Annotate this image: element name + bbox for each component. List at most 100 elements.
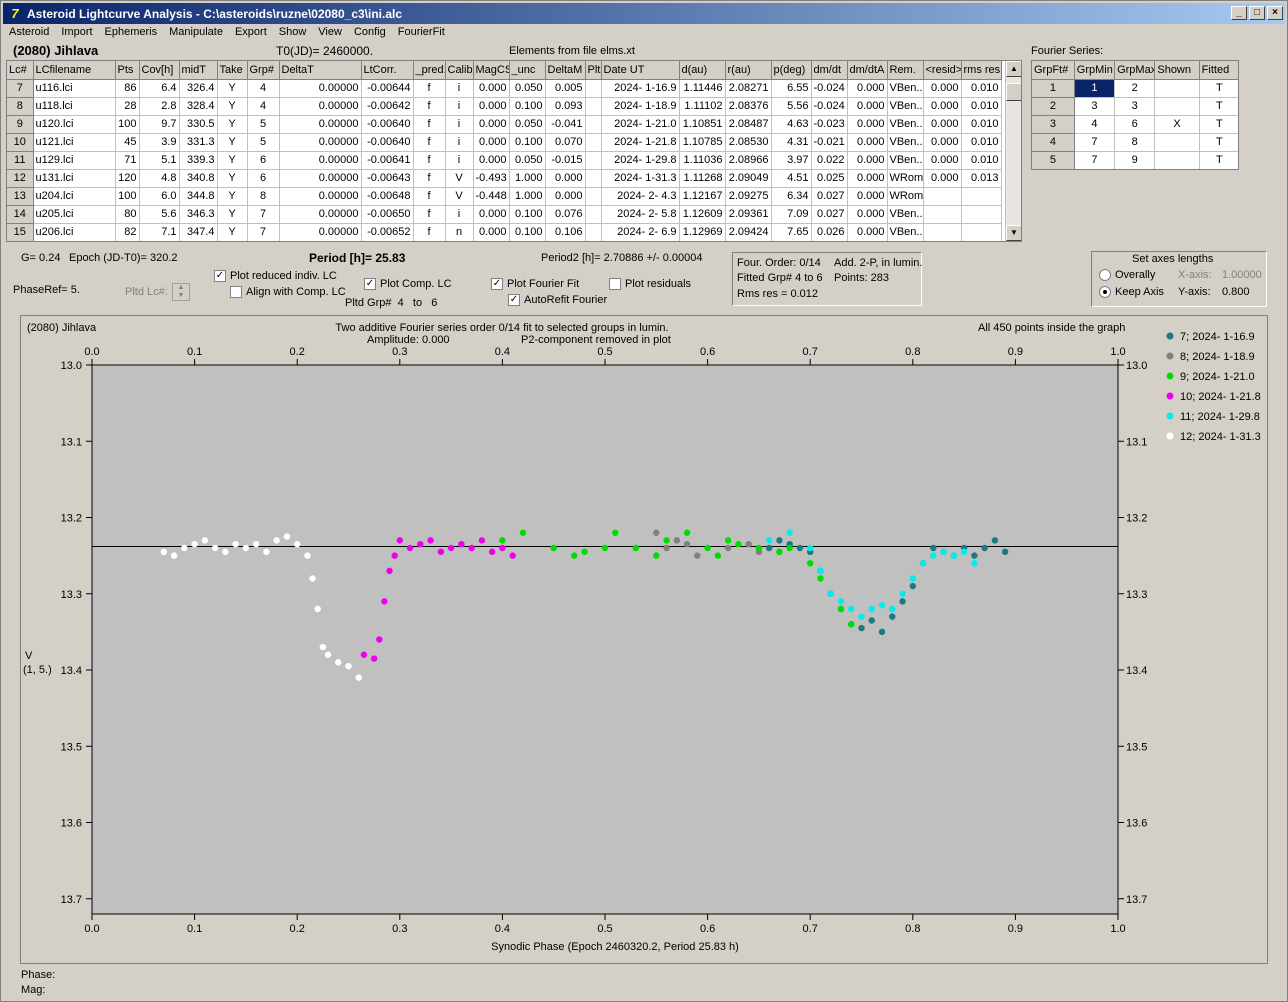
fourier-cell[interactable] bbox=[1154, 97, 1200, 116]
menu-fourierfit[interactable]: FourierFit bbox=[392, 24, 451, 42]
lc-col-header[interactable]: DeltaT bbox=[279, 61, 362, 80]
fourier-cell[interactable]: T bbox=[1199, 79, 1238, 98]
plot-reduced-checkbox[interactable]: ✓ Plot reduced indiv. LC bbox=[214, 270, 337, 283]
fourier-row[interactable]: 579 T bbox=[1032, 151, 1238, 169]
pltd-lc-spinner[interactable]: ▲ ▼ bbox=[172, 283, 190, 301]
lc-col-header[interactable]: <resid> bbox=[923, 61, 962, 80]
lc-col-header[interactable]: rms res bbox=[961, 61, 1002, 80]
lc-col-header[interactable]: Cov[h] bbox=[139, 61, 180, 80]
fourier-cell[interactable]: 3 bbox=[1074, 97, 1116, 116]
plot-residuals-checkbox[interactable]: Plot residuals bbox=[609, 278, 691, 291]
fourier-cell[interactable]: 5 bbox=[1032, 151, 1075, 169]
fourier-cell[interactable]: 4 bbox=[1032, 133, 1075, 152]
plot-area[interactable]: (2080) Jihlava Two additive Fourier seri… bbox=[20, 315, 1268, 964]
table-row[interactable]: 13 u204.lci 100 6.0 344.8 Y 8 0.00000 -0.00648 f V… bbox=[7, 187, 1002, 206]
lc-col-header[interactable]: midT bbox=[179, 61, 218, 80]
fourier-cell[interactable]: 6 bbox=[1114, 115, 1156, 134]
table-cell[interactable]: 8 bbox=[7, 97, 34, 116]
fourier-cell[interactable]: T bbox=[1199, 115, 1238, 134]
table-cell[interactable]: 11 bbox=[7, 151, 34, 170]
lc-col-header[interactable]: _unc bbox=[509, 61, 546, 80]
table-row[interactable]: 9 u120.lci 100 9.7 330.5 Y 5 0.00000 -0.00640 f i 0… bbox=[7, 115, 1002, 134]
fourier-cell[interactable]: T bbox=[1199, 151, 1238, 169]
fourier-cell[interactable]: 3 bbox=[1114, 97, 1156, 116]
plot-comp-checkbox[interactable]: ✓ Plot Comp. LC bbox=[364, 278, 452, 291]
lc-col-header[interactable]: LCfilename bbox=[33, 61, 116, 80]
fourier-cell[interactable]: T bbox=[1199, 133, 1238, 152]
lc-col-header[interactable]: dm/dtA bbox=[847, 61, 888, 80]
close-button[interactable]: × bbox=[1267, 6, 1283, 20]
fourier-cell[interactable] bbox=[1154, 151, 1200, 169]
plot-fourier-checkbox[interactable]: ✓ Plot Fourier Fit bbox=[491, 278, 579, 291]
fourier-cell[interactable] bbox=[1154, 79, 1200, 98]
fourier-row[interactable]: 478 T bbox=[1032, 133, 1238, 152]
menu-config[interactable]: Config bbox=[348, 24, 392, 42]
scroll-up-icon[interactable]: ▲ bbox=[1006, 61, 1021, 77]
lc-col-header[interactable]: LtCorr. bbox=[361, 61, 414, 80]
menu-ephemeris[interactable]: Ephemeris bbox=[99, 24, 164, 42]
table-row[interactable]: 12 u131.lci 120 4.8 340.8 Y 6 0.00000 -0.00643 f V… bbox=[7, 169, 1002, 188]
lc-col-header[interactable]: Lc# bbox=[7, 61, 34, 80]
autorefit-checkbox[interactable]: ✓ AutoRefit Fourier bbox=[508, 294, 607, 307]
lc-col-header[interactable]: _pred. bbox=[413, 61, 446, 80]
table-cell[interactable]: 10 bbox=[7, 133, 34, 152]
keep-axis-radio[interactable]: Keep Axis bbox=[1099, 286, 1164, 299]
menu-show[interactable]: Show bbox=[273, 24, 313, 42]
lc-col-header[interactable]: Plt bbox=[585, 61, 602, 80]
fourier-cell[interactable]: 7 bbox=[1074, 151, 1116, 169]
menu-view[interactable]: View bbox=[312, 24, 348, 42]
fourier-cell[interactable]: 9 bbox=[1114, 151, 1156, 169]
title-bar[interactable]: 7 Asteroid Lightcurve Analysis - C:\aste… bbox=[3, 3, 1285, 24]
table-cell[interactable]: 7 bbox=[7, 79, 34, 98]
yaxis-value[interactable]: 0.800 bbox=[1222, 286, 1250, 298]
table-cell[interactable]: 13 bbox=[7, 187, 34, 206]
menu-export[interactable]: Export bbox=[229, 24, 273, 42]
table-cell[interactable]: 15 bbox=[7, 223, 34, 241]
fourier-cell[interactable]: 4 bbox=[1074, 115, 1116, 134]
fourier-cell[interactable]: X bbox=[1154, 115, 1200, 134]
fourier-cell[interactable]: T bbox=[1199, 97, 1238, 116]
xaxis-value[interactable]: 1.00000 bbox=[1222, 269, 1262, 281]
fourier-table[interactable]: GrpFt# GrpMin GrpMax Shown Fitted 1 1 2 T 2 3 3 T 3 4 6… bbox=[1031, 60, 1239, 170]
fourier-cell[interactable]: 2 bbox=[1032, 97, 1075, 116]
table-scrollbar[interactable]: ▲ ▼ bbox=[1005, 61, 1021, 241]
table-row[interactable]: 15 u206.lci 82 7.1 347.4 Y 7 0.00000 -0.00652 f n 0… bbox=[7, 223, 1002, 241]
fourier-cell[interactable]: 2 bbox=[1114, 79, 1156, 98]
lc-col-header[interactable]: Calib. bbox=[445, 61, 474, 80]
table-row[interactable]: 8 u118.lci 28 2.8 328.4 Y 4 0.00000 -0.00642 f i 0.… bbox=[7, 97, 1002, 116]
lc-col-header[interactable]: MagCS bbox=[473, 61, 510, 80]
lc-col-header[interactable]: Take bbox=[217, 61, 248, 80]
table-row[interactable]: 10 u121.lci 45 3.9 331.3 Y 5 0.00000 -0.00640 f i 0… bbox=[7, 133, 1002, 152]
fourier-cell[interactable]: 1 bbox=[1032, 79, 1075, 98]
minimize-button[interactable]: _ bbox=[1231, 6, 1247, 20]
align-comp-checkbox[interactable]: Align with Comp. LC bbox=[230, 286, 346, 299]
overally-radio[interactable]: Overally bbox=[1099, 269, 1155, 282]
fourier-cell[interactable]: 1 bbox=[1074, 79, 1116, 98]
menu-manipulate[interactable]: Manipulate bbox=[163, 24, 229, 42]
table-row[interactable]: 14 u205.lci 80 5.6 346.3 Y 7 0.00000 -0.00650 f i 0… bbox=[7, 205, 1002, 224]
fourier-cell[interactable]: 8 bbox=[1114, 133, 1156, 152]
scroll-thumb[interactable] bbox=[1006, 83, 1021, 101]
table-row[interactable]: 7 u116.lci 86 6.4 326.4 Y 4 0.00000 -0.00644 f i 0.… bbox=[7, 79, 1002, 98]
scroll-down-icon[interactable]: ▼ bbox=[1006, 225, 1021, 241]
table-cell[interactable]: 9 bbox=[7, 115, 34, 134]
menu-import[interactable]: Import bbox=[55, 24, 98, 42]
lc-col-header[interactable]: p(deg) bbox=[771, 61, 812, 80]
table-cell[interactable]: 12 bbox=[7, 169, 34, 188]
fourier-cell[interactable]: 7 bbox=[1074, 133, 1116, 152]
table-row[interactable]: 11 u129.lci 71 5.1 339.3 Y 6 0.00000 -0.00641 f i 0… bbox=[7, 151, 1002, 170]
lightcurve-chart[interactable]: (2080) Jihlava Two additive Fourier seri… bbox=[21, 316, 1267, 963]
fourier-row[interactable]: 112T bbox=[1032, 79, 1238, 98]
maximize-button[interactable]: □ bbox=[1249, 6, 1265, 20]
menu-asteroid[interactable]: Asteroid bbox=[3, 24, 55, 42]
lc-col-header[interactable]: r(au) bbox=[725, 61, 772, 80]
fourier-row[interactable]: 233T bbox=[1032, 97, 1238, 116]
table-cell[interactable]: 14 bbox=[7, 205, 34, 224]
lc-col-header[interactable]: Grp# bbox=[247, 61, 280, 80]
lc-col-header[interactable]: dm/dt bbox=[811, 61, 848, 80]
fourier-cell[interactable]: 3 bbox=[1032, 115, 1075, 134]
lightcurve-table[interactable]: Lc# LCfilename Pts Cov[h] midT Take Grp# DeltaT… bbox=[6, 60, 1022, 242]
lc-col-header[interactable]: Date UT bbox=[601, 61, 680, 80]
lc-col-header[interactable]: d(au) bbox=[679, 61, 726, 80]
lc-col-header[interactable]: Rem. bbox=[887, 61, 924, 80]
